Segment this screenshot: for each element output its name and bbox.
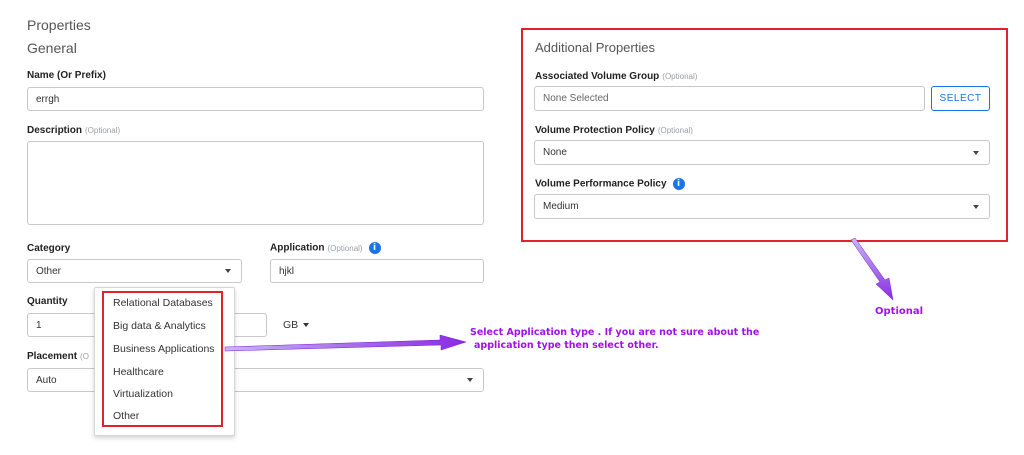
- optional-callout: Optional: [875, 306, 924, 317]
- arrow-to-optional: [850, 237, 894, 301]
- app-type-callout-line1: Select Application type . If you are not…: [470, 327, 760, 338]
- arrow-to-callout: [224, 334, 467, 352]
- app-type-callout-line2: application type then select other.: [474, 340, 659, 351]
- annotation-arrows: [224, 237, 894, 352]
